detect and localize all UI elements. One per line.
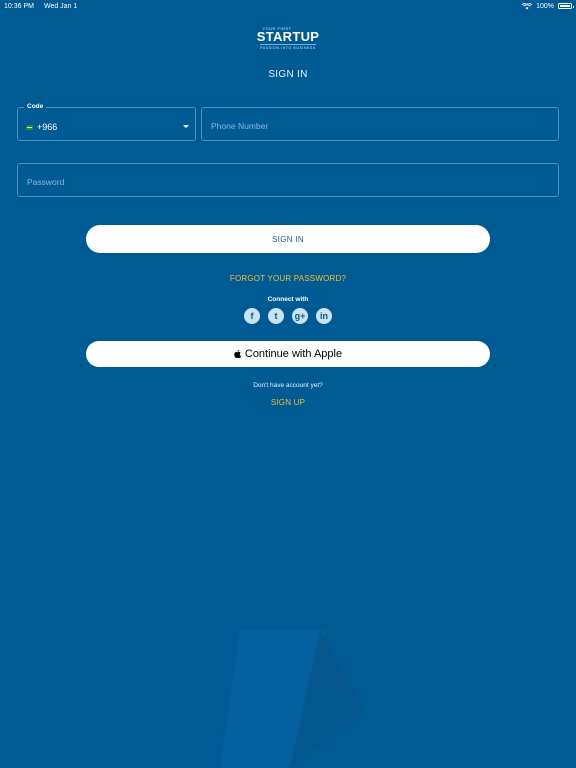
chevron-down-icon (183, 125, 189, 128)
password-placeholder: Password (27, 177, 65, 187)
status-bar: 10:36 PM Wed Jan 1 100% (0, 0, 576, 12)
background-mountain-graphic (220, 630, 365, 768)
code-value: +966 (37, 122, 58, 132)
saudi-flag-icon (26, 124, 33, 130)
password-field[interactable]: Password (17, 163, 559, 197)
apple-icon (234, 350, 241, 358)
battery-icon (558, 3, 574, 9)
page-title: SIGN IN (268, 69, 308, 80)
app-logo: YOUR FIRST STARTUP PASSION INTO BUSINESS (0, 26, 576, 50)
status-date: Wed Jan 1 (43, 2, 78, 10)
battery-percent: 100% (536, 2, 554, 10)
sign-up-link[interactable]: SIGN UP (0, 398, 576, 407)
continue-with-apple-button[interactable]: Continue with Apple (86, 341, 490, 367)
connect-with-label: Connect with (267, 296, 309, 303)
phone-number-field[interactable]: Phone Number (201, 107, 559, 141)
wifi-icon (522, 2, 533, 9)
no-account-text: Don't have account yet? (253, 382, 323, 389)
google-plus-icon[interactable]: g+ (292, 308, 308, 324)
sign-in-button[interactable]: SIGN IN (86, 225, 490, 253)
phone-placeholder: Phone Number (211, 121, 269, 131)
forgot-password-link[interactable]: FORGOT YOUR PASSWORD? (0, 274, 576, 283)
twitter-icon[interactable]: t (268, 308, 284, 324)
code-value-wrap: +966 (26, 122, 57, 132)
facebook-icon[interactable]: f (244, 308, 260, 324)
apple-button-label: Continue with Apple (244, 348, 343, 360)
status-time: 10:36 PM (4, 2, 34, 10)
linkedin-icon[interactable]: in (316, 308, 332, 324)
country-code-select[interactable]: Code +966 (17, 103, 196, 141)
code-label: Code (24, 103, 47, 110)
logo-divider (260, 44, 316, 45)
logo-tagline: PASSION INTO BUSINESS (260, 46, 316, 50)
social-login-row: f t g+ in (0, 308, 576, 324)
logo-main-text: STARTUP (256, 29, 320, 44)
